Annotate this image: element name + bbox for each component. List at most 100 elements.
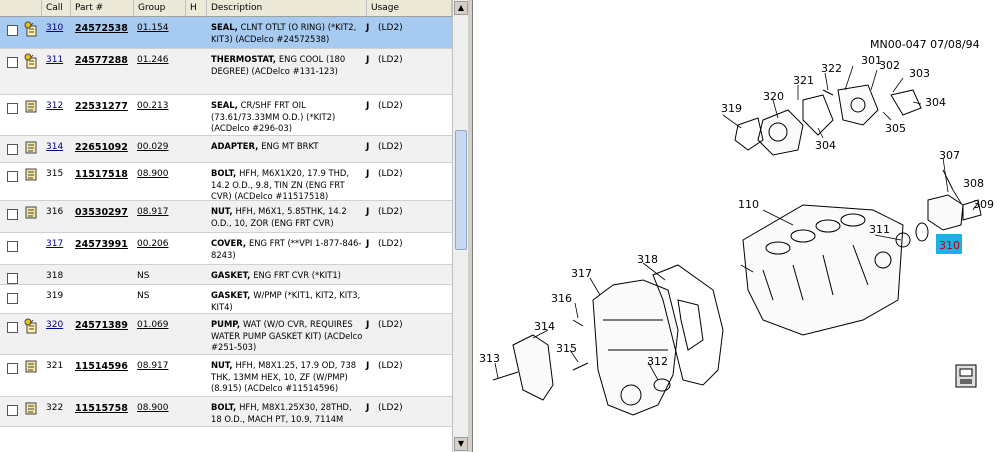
- note-icon[interactable]: [24, 401, 38, 415]
- bracket-drawing: [512, 334, 554, 401]
- usage-code: (LD2): [378, 361, 403, 371]
- header-h[interactable]: H: [186, 0, 207, 16]
- part-number-link[interactable]: 24572538: [75, 23, 128, 34]
- row-checkbox[interactable]: [7, 273, 18, 284]
- callout-310[interactable]: 310: [939, 239, 960, 252]
- callout-308[interactable]: 308: [963, 177, 984, 190]
- row-checkbox[interactable]: [7, 103, 18, 114]
- part-number-link[interactable]: 11515758: [75, 403, 128, 414]
- call-number[interactable]: 312: [46, 101, 63, 111]
- h-flag: J: [366, 23, 370, 33]
- row-checkbox[interactable]: [7, 363, 18, 374]
- note-icon[interactable]: [24, 205, 38, 219]
- header-part[interactable]: Part #: [71, 0, 134, 16]
- part-number-link[interactable]: 24573991: [75, 239, 128, 250]
- header-usage[interactable]: Usage: [367, 0, 452, 16]
- key-note-icon[interactable]: [24, 53, 38, 69]
- part-number-link[interactable]: 11514596: [75, 361, 128, 372]
- table-row[interactable]: 311 24577288 01.246 THERMOSTAT, ENG COOL (1…: [0, 49, 452, 95]
- group-code[interactable]: 08.900: [137, 403, 169, 413]
- part-number-link[interactable]: 22651092: [75, 142, 128, 153]
- table-row[interactable]: 310 24572538 01.154 SEAL, CLNT OTLT (O RING…: [0, 17, 452, 49]
- row-checkbox[interactable]: [7, 405, 18, 416]
- callout-311[interactable]: 311: [869, 223, 890, 236]
- group-code[interactable]: 00.213: [137, 101, 169, 111]
- part-number-link[interactable]: 11517518: [75, 169, 128, 180]
- row-checkbox[interactable]: [7, 57, 18, 68]
- vertical-scrollbar[interactable]: ▲ ▼: [452, 0, 469, 452]
- part-number-link[interactable]: 24571389: [75, 320, 128, 331]
- key-note-icon[interactable]: [24, 318, 38, 334]
- callout-302[interactable]: 302: [879, 59, 900, 72]
- callout-303[interactable]: 303: [909, 67, 930, 80]
- call-number[interactable]: 314: [46, 142, 63, 152]
- header-group[interactable]: Group: [134, 0, 186, 16]
- row-checkbox[interactable]: [7, 241, 18, 252]
- callout-307[interactable]: 307: [939, 149, 960, 162]
- call-number[interactable]: 320: [46, 320, 63, 330]
- part-number-link[interactable]: 22531277: [75, 101, 128, 112]
- row-checkbox[interactable]: [7, 144, 18, 155]
- header-call[interactable]: Call: [42, 0, 71, 16]
- header-description[interactable]: Description: [207, 0, 367, 16]
- callout-labels[interactable]: 301 302 303 304 304 305 307 308 309 310 …: [479, 54, 994, 368]
- callout-318[interactable]: 318: [637, 253, 658, 266]
- part-number-link[interactable]: 03530297: [75, 207, 128, 218]
- callout-304-left[interactable]: 304: [815, 139, 836, 152]
- row-checkbox[interactable]: [7, 171, 18, 182]
- part-number-link[interactable]: 24577288: [75, 55, 128, 66]
- callout-319[interactable]: 319: [721, 102, 742, 115]
- note-icon[interactable]: [24, 140, 38, 154]
- print-icon[interactable]: [955, 364, 977, 388]
- callout-320[interactable]: 320: [763, 90, 784, 103]
- group-code[interactable]: 01.069: [137, 320, 169, 330]
- table-row[interactable]: 317 24573991 00.206 COVER, ENG FRT (**VPI 1…: [0, 233, 452, 265]
- note-icon[interactable]: [24, 99, 38, 113]
- table-row[interactable]: 321 11514596 08.917 NUT, HFH, M8X1.25, 17.9…: [0, 355, 452, 397]
- callout-316[interactable]: 316: [551, 292, 572, 305]
- callout-315[interactable]: 315: [556, 342, 577, 355]
- scroll-thumb[interactable]: [455, 130, 467, 250]
- callout-314[interactable]: 314: [534, 320, 555, 333]
- callout-304-right[interactable]: 304: [925, 96, 946, 109]
- row-checkbox[interactable]: [7, 322, 18, 333]
- callout-309[interactable]: 309: [973, 198, 994, 211]
- row-checkbox[interactable]: [7, 293, 18, 304]
- callout-321[interactable]: 321: [793, 74, 814, 87]
- usage-code: (LD2): [378, 320, 403, 330]
- part-description: NUT, HFH, M6X1, 5.85THK, 14.2 O.D., 10, …: [211, 206, 347, 228]
- group-code[interactable]: 01.246: [137, 55, 169, 65]
- table-row[interactable]: 318 NS GASKET, ENG FRT CVR (*KIT1): [0, 265, 452, 285]
- callout-305[interactable]: 305: [885, 122, 906, 135]
- group-code: NS: [137, 271, 150, 281]
- row-checkbox[interactable]: [7, 209, 18, 220]
- table-row[interactable]: 316 03530297 08.917 NUT, HFH, M6X1, 5.85THK…: [0, 201, 452, 233]
- table-row[interactable]: 320 24571389 01.069 PUMP, WAT (W/O CVR, REQ…: [0, 314, 452, 355]
- group-code[interactable]: 08.917: [137, 207, 169, 217]
- callout-312[interactable]: 312: [647, 355, 668, 368]
- group-code[interactable]: 08.917: [137, 361, 169, 371]
- call-number[interactable]: 310: [46, 23, 63, 33]
- callout-110[interactable]: 110: [738, 198, 759, 211]
- note-icon[interactable]: [24, 167, 38, 181]
- group-code[interactable]: 08.900: [137, 169, 169, 179]
- callout-322[interactable]: 322: [821, 62, 842, 75]
- note-icon[interactable]: [24, 359, 38, 373]
- group-code[interactable]: 01.154: [137, 23, 169, 33]
- call-number[interactable]: 317: [46, 239, 63, 249]
- key-note-icon[interactable]: [24, 21, 38, 37]
- table-row[interactable]: 322 11515758 08.900 BOLT, HFH, M8X1.25X30, …: [0, 397, 452, 427]
- call-number[interactable]: 311: [46, 55, 63, 65]
- group-code[interactable]: 00.029: [137, 142, 169, 152]
- row-checkbox[interactable]: [7, 25, 18, 36]
- table-row[interactable]: 314 22651092 00.029 ADAPTER, ENG MT BRKT J (L…: [0, 136, 452, 163]
- scroll-up-button[interactable]: ▲: [454, 1, 468, 15]
- group-code[interactable]: 00.206: [137, 239, 169, 249]
- table-row[interactable]: 312 22531277 00.213 SEAL, CR/SHF FRT OIL (7…: [0, 95, 452, 136]
- part-description: SEAL, CR/SHF FRT OIL (73.61/73.33MM O.D.…: [211, 100, 336, 133]
- scroll-down-button[interactable]: ▼: [454, 437, 468, 451]
- table-row[interactable]: 315 11517518 08.900 BOLT, HFH, M6X1X20, 17.…: [0, 163, 452, 201]
- callout-313[interactable]: 313: [479, 352, 500, 365]
- callout-317[interactable]: 317: [571, 267, 592, 280]
- table-row[interactable]: 319 NS GASKET, W/PMP (*KIT1, KIT2, KIT3, K…: [0, 285, 452, 314]
